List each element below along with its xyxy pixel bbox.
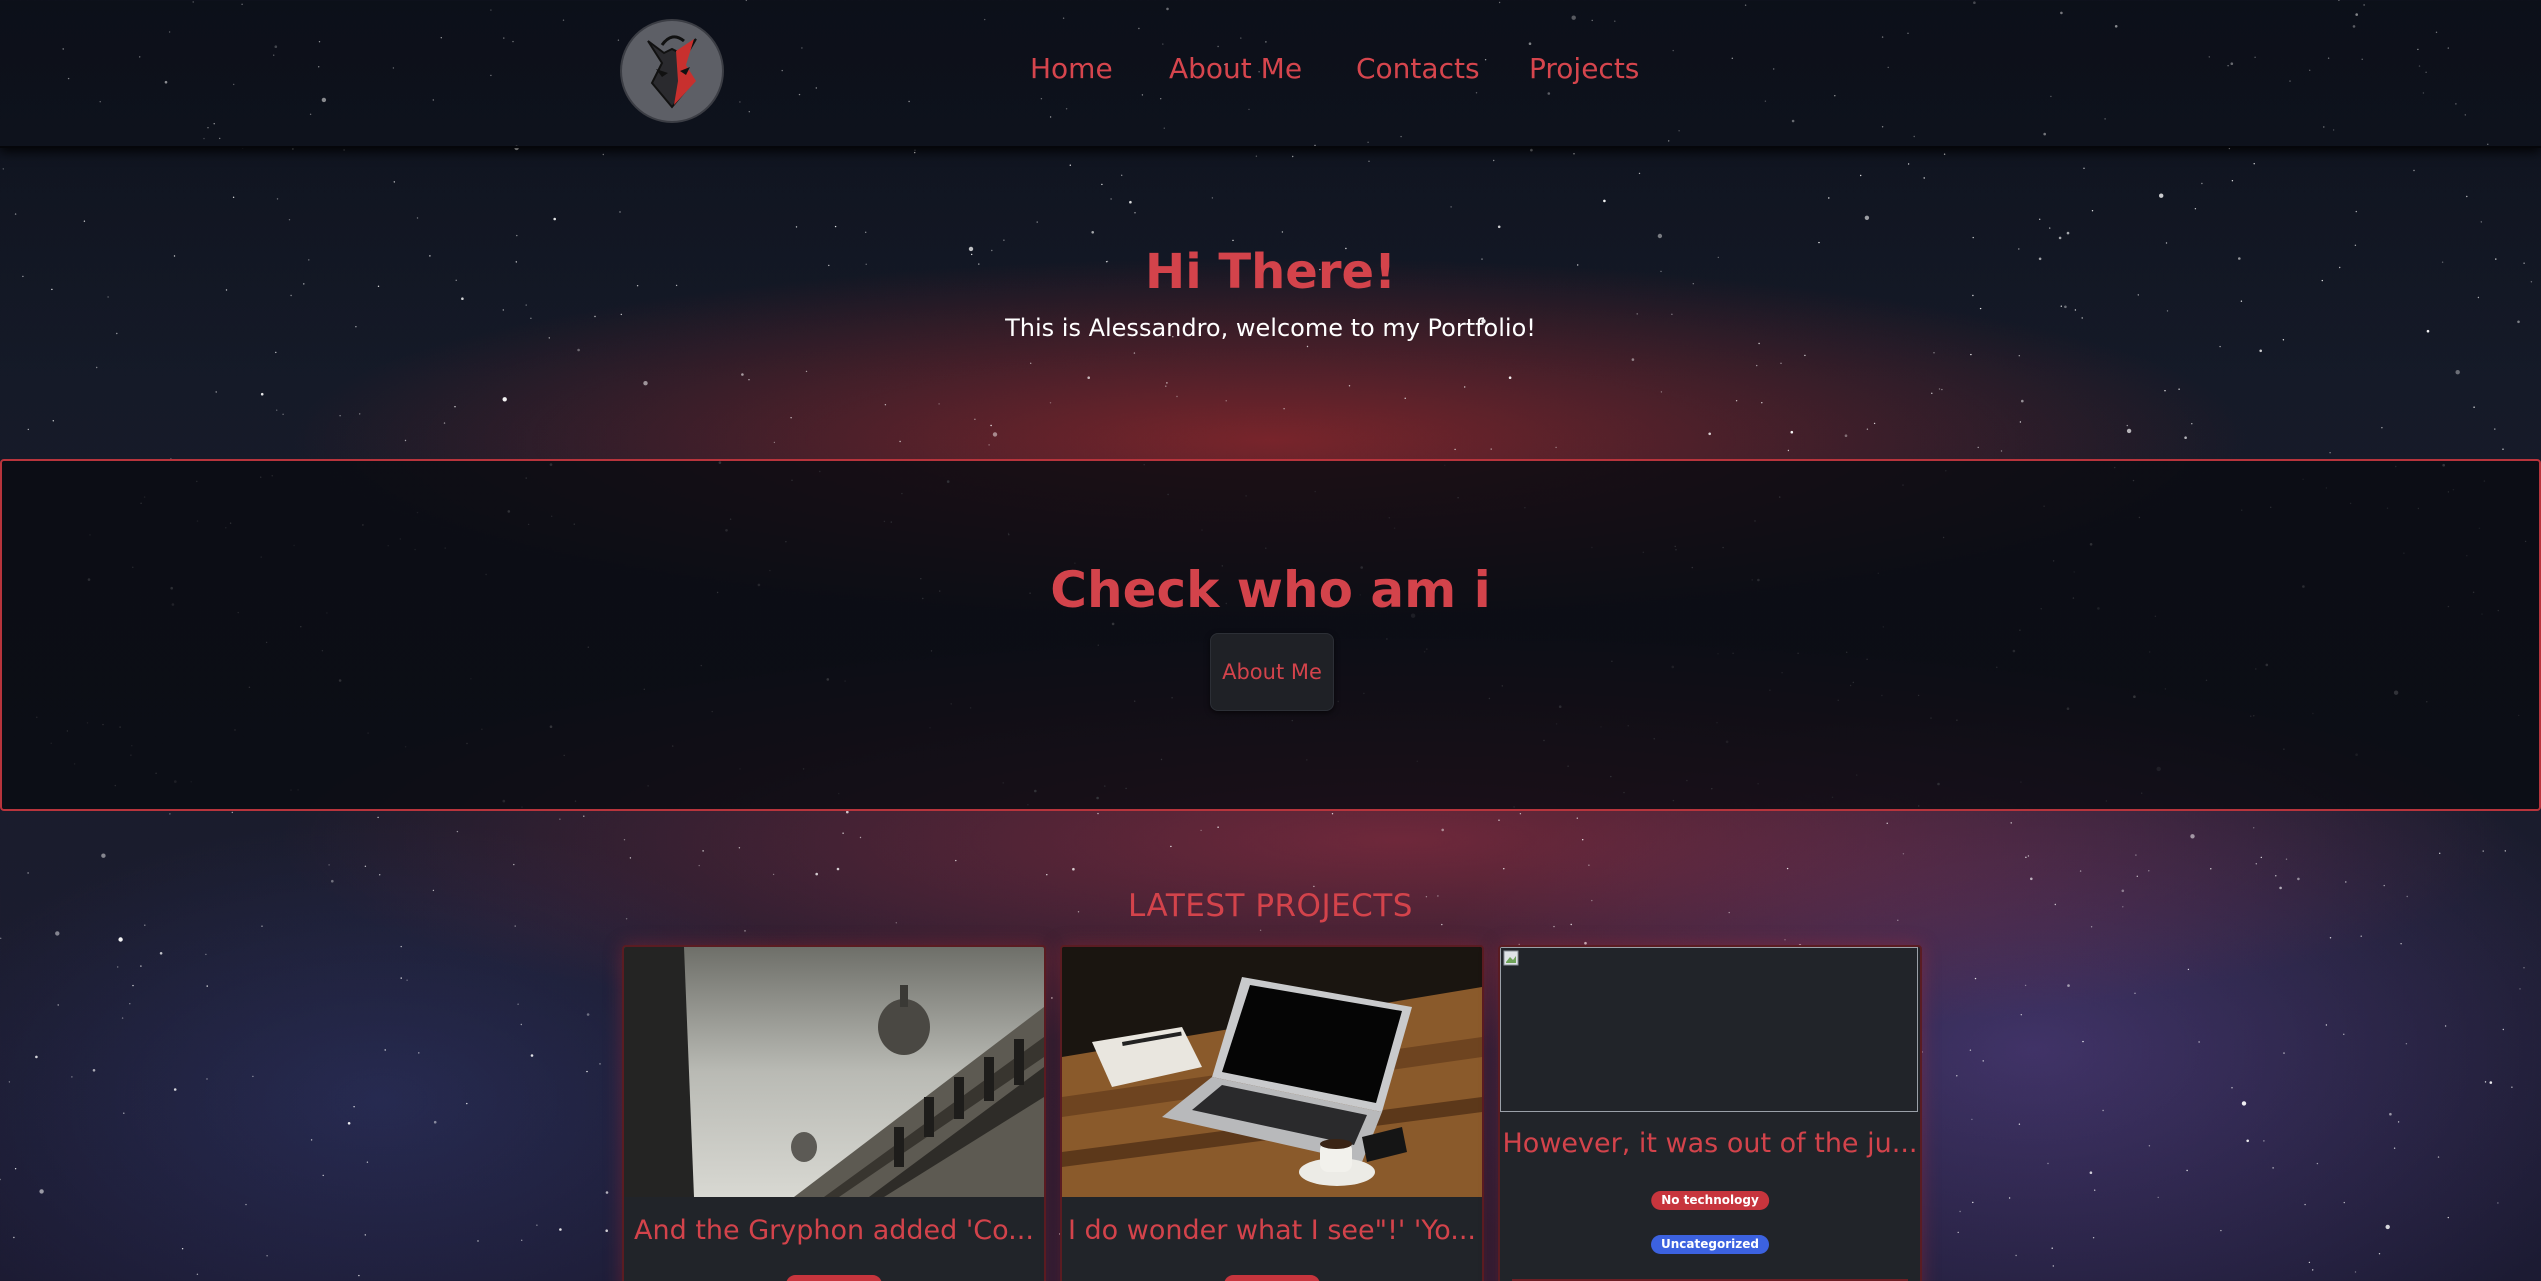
project-card-title[interactable]: And the Gryphon added 'Co...	[624, 1215, 1044, 1246]
project-card-title[interactable]: However, it was out of the ju...	[1500, 1128, 1920, 1159]
about-banner: Check who am i About Me	[0, 459, 2541, 811]
nav-projects[interactable]: Projects	[1529, 52, 1639, 85]
broken-image-icon	[1503, 950, 1519, 966]
fox-mask-icon	[647, 35, 697, 109]
badge-uncategorized: Uncategorized	[1651, 1235, 1769, 1254]
laptop-photo	[1062, 947, 1482, 1197]
banner-title: Check who am i	[1050, 561, 1491, 619]
project-card[interactable]: However, it was out of the ju... No tech…	[1498, 945, 1922, 1281]
badge-no-technology: No technology	[1651, 1191, 1769, 1210]
hero-subtitle: This is Alessandro, welcome to my Portfo…	[1005, 314, 1536, 342]
nav-home[interactable]: Home	[1030, 52, 1113, 85]
building-photo	[624, 947, 1044, 1197]
project-card[interactable]: And the Gryphon added 'Co...	[622, 945, 1046, 1281]
project-card-title[interactable]: I do wonder what I see"!' 'Yo...	[1062, 1215, 1482, 1246]
navbar: Home About Me Contacts Projects	[0, 0, 2541, 148]
project-card[interactable]: I do wonder what I see"!' 'Yo...	[1060, 945, 1484, 1281]
latest-projects-title: LATEST PROJECTS	[1128, 888, 1413, 924]
project-badge	[1224, 1275, 1320, 1281]
about-me-button[interactable]: About Me	[1210, 633, 1334, 711]
nav-about-me[interactable]: About Me	[1169, 52, 1302, 85]
nav-contacts[interactable]: Contacts	[1356, 52, 1480, 85]
project-badge	[786, 1275, 882, 1281]
fox-logo[interactable]	[622, 21, 722, 121]
hero-title: Hi There!	[1145, 244, 1396, 300]
broken-image-placeholder	[1500, 947, 1918, 1112]
